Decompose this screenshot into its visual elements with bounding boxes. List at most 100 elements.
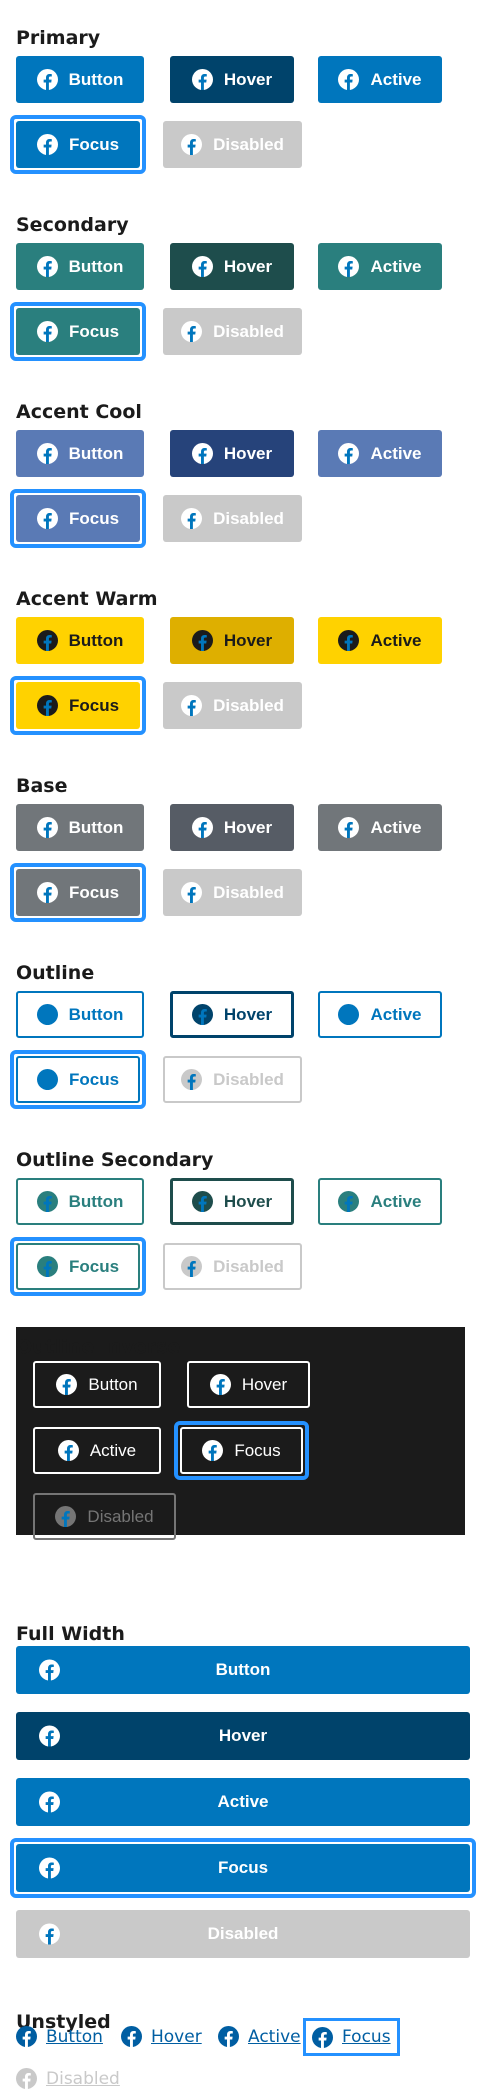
outline-hover-button[interactable]: Hover — [170, 991, 294, 1038]
button-label: Button — [88, 1374, 138, 1394]
facebook-icon — [181, 882, 203, 903]
primary-hover-button[interactable]: Hover — [170, 56, 294, 103]
accent-cool-button-button[interactable]: Button — [16, 430, 144, 477]
accent-warm-hover-button[interactable]: Hover — [170, 617, 294, 664]
button-label: Disabled — [213, 321, 284, 341]
facebook-icon — [121, 2026, 142, 2047]
button-label: Active — [248, 2026, 301, 2047]
facebook-icon — [39, 1857, 60, 1879]
outline-inverse-disabled-button: Disabled — [33, 1493, 176, 1540]
button-label: Button — [46, 2026, 103, 2047]
secondary-active-button[interactable]: Active — [318, 243, 442, 290]
button-label: Focus — [217, 1858, 269, 1877]
button-label: Button — [215, 1660, 271, 1679]
full-width-button-button[interactable]: Button — [16, 1646, 470, 1694]
accent-cool-focus-button[interactable]: Focus — [16, 495, 140, 542]
base-focus-button[interactable]: Focus — [16, 869, 140, 916]
secondary-hover-button[interactable]: Hover — [170, 243, 294, 290]
button-label: Hover — [223, 443, 273, 463]
outline-secondary-hover-button[interactable]: Hover — [170, 1178, 294, 1225]
button-label: Disabled — [213, 134, 284, 154]
accent-cool-active-button[interactable]: Active — [318, 430, 442, 477]
base-button-button[interactable]: Button — [16, 804, 144, 851]
primary-active-button[interactable]: Active — [318, 56, 442, 103]
base-section-title: Base — [16, 775, 68, 797]
outline-secondary-button-button[interactable]: Button — [16, 1178, 144, 1225]
primary-focus-button[interactable]: Focus — [16, 121, 140, 168]
facebook-icon — [55, 1506, 77, 1527]
facebook-icon — [181, 321, 203, 342]
button-label: Disabled — [213, 508, 284, 528]
facebook-icon — [36, 1256, 58, 1277]
accent-warm-button-button[interactable]: Button — [16, 617, 144, 664]
button-label: Active — [370, 69, 422, 89]
button-label: Focus — [342, 2027, 391, 2047]
accent-cool-disabled-button: Disabled — [163, 495, 302, 542]
button-label: Focus — [68, 1069, 120, 1089]
accent-warm-active-button[interactable]: Active — [318, 617, 442, 664]
button-label: Disabled — [213, 695, 284, 715]
outline-secondary-focus-button[interactable]: Focus — [16, 1243, 140, 1290]
base-hover-button[interactable]: Hover — [170, 804, 294, 851]
facebook-icon — [39, 1791, 60, 1813]
button-label: Button — [68, 817, 124, 837]
outline-inverse-active-button[interactable]: Active — [33, 1427, 161, 1474]
facebook-icon — [39, 1659, 60, 1681]
facebook-icon — [36, 321, 58, 342]
accent-warm-focus-button[interactable]: Focus — [16, 682, 140, 729]
button-label: Disabled — [207, 1924, 279, 1943]
facebook-icon — [191, 256, 213, 277]
primary-button-button[interactable]: Button — [16, 56, 144, 103]
facebook-icon — [36, 508, 58, 529]
outline-focus-button[interactable]: Focus — [16, 1056, 140, 1103]
unstyled-hover-button[interactable]: Hover — [121, 2026, 202, 2047]
facebook-icon — [36, 69, 58, 90]
secondary-focus-button[interactable]: Focus — [16, 308, 140, 355]
button-label: Focus — [68, 508, 120, 528]
facebook-icon — [16, 2026, 37, 2047]
facebook-icon — [202, 1440, 224, 1461]
facebook-icon — [191, 1004, 213, 1025]
unstyled-focus-button[interactable]: Focus — [303, 2018, 400, 2056]
facebook-icon — [36, 443, 58, 464]
outline-inverse-hover-button[interactable]: Hover — [187, 1361, 310, 1408]
button-label: Focus — [68, 1256, 120, 1276]
button-label: Hover — [223, 630, 273, 650]
button-label: Active — [370, 1004, 422, 1024]
facebook-icon — [218, 2026, 239, 2047]
unstyled-active-button[interactable]: Active — [218, 2026, 301, 2047]
secondary-button-button[interactable]: Button — [16, 243, 144, 290]
button-label: Hover — [223, 817, 273, 837]
button-label: Hover — [223, 1004, 273, 1024]
button-label: Active — [370, 630, 422, 650]
outline-active-button[interactable]: Active — [318, 991, 442, 1038]
facebook-icon — [36, 817, 58, 838]
outline-inverse-focus-button[interactable]: Focus — [180, 1427, 303, 1474]
full-width-focus-button[interactable]: Focus — [16, 1844, 470, 1892]
outline-section-title: Outline — [16, 962, 95, 984]
outline-secondary-active-button[interactable]: Active — [318, 1178, 442, 1225]
button-label: Button — [68, 1191, 124, 1211]
base-active-button[interactable]: Active — [318, 804, 442, 851]
facebook-icon — [36, 1004, 58, 1025]
facebook-icon — [338, 256, 360, 277]
facebook-icon — [181, 695, 203, 716]
full-width-active-button[interactable]: Active — [16, 1778, 470, 1826]
facebook-icon — [39, 1725, 60, 1747]
outline-secondary-section-title: Outline Secondary — [16, 1149, 214, 1171]
outline-inverse-button-button[interactable]: Button — [33, 1361, 161, 1408]
button-label: Button — [68, 69, 124, 89]
unstyled-button-button[interactable]: Button — [16, 2026, 103, 2047]
facebook-icon — [338, 69, 360, 90]
outline-button-button[interactable]: Button — [16, 991, 144, 1038]
accent-cool-hover-button[interactable]: Hover — [170, 430, 294, 477]
facebook-icon — [36, 1191, 58, 1212]
facebook-icon — [191, 69, 213, 90]
full-width-hover-button[interactable]: Hover — [16, 1712, 470, 1760]
facebook-icon — [191, 1191, 213, 1212]
facebook-icon — [191, 630, 213, 651]
button-label: Focus — [68, 134, 120, 154]
facebook-icon — [36, 134, 58, 155]
facebook-icon — [338, 817, 360, 838]
facebook-icon — [338, 1191, 360, 1212]
